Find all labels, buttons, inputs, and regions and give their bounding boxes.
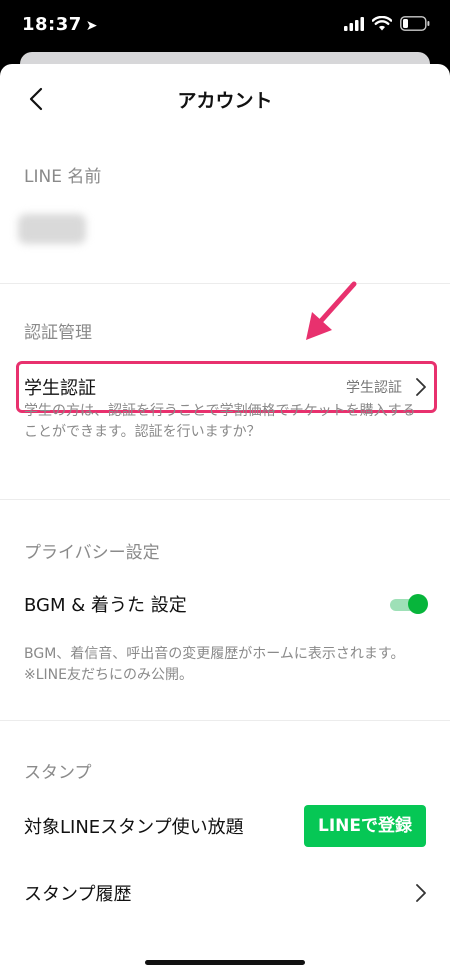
line-register-button[interactable]: LINEで登録 <box>304 805 426 847</box>
section-label-stamp: スタンプ <box>24 763 92 783</box>
bgm-setting-label: BGM & 着うた 設定 <box>24 595 187 616</box>
section-label-line-name: LINE 名前 <box>24 167 102 187</box>
status-time: 18:37 ➤ <box>22 14 98 35</box>
toggle-knob <box>408 594 428 614</box>
stamp-history-label: スタンプ履歴 <box>24 884 132 905</box>
bgm-toggle[interactable] <box>390 594 428 614</box>
battery-icon <box>400 16 430 31</box>
page-title: アカウント <box>177 90 273 112</box>
section-label-auth: 認証管理 <box>24 323 92 343</box>
location-arrow-icon: ➤ <box>85 18 99 34</box>
divider <box>0 283 450 284</box>
status-icons <box>344 16 430 31</box>
student-auth-label: 学生認証 <box>24 378 96 399</box>
status-time-text: 18:37 <box>22 14 82 35</box>
account-sheet: アカウント LINE 名前 認証管理 学生認証 学生認証 学生の方は、認証を行う… <box>0 64 450 975</box>
student-auth-value: 学生認証 <box>346 380 402 396</box>
bgm-setting-row: BGM & 着うた 設定 <box>0 577 450 631</box>
wifi-icon <box>372 16 392 31</box>
status-bar: 18:37 ➤ <box>0 0 450 54</box>
stamp-history-row[interactable]: スタンプ履歴 <box>0 866 450 920</box>
bgm-description: BGM、着信音、呼出音の変更履歴がホームに表示されます。※LINE友だちにのみ公… <box>24 646 405 683</box>
chevron-right-icon <box>416 884 426 902</box>
chevron-right-icon <box>416 378 426 396</box>
divider <box>0 720 450 721</box>
stamp-unlimited-label: 対象LINEスタンプ使い放題 <box>24 817 244 838</box>
divider <box>0 499 450 500</box>
cellular-signal-icon <box>344 16 364 31</box>
stamp-unlimited-row: 対象LINEスタンプ使い放題 LINEで登録 <box>0 799 450 853</box>
pink-arrow-annotation-icon <box>306 281 357 340</box>
line-name-value-blurred <box>18 214 86 244</box>
section-label-privacy: プライバシー設定 <box>24 543 160 563</box>
home-indicator[interactable] <box>145 960 305 965</box>
student-auth-description: 学生の方は、認証を行うことで学割価格でチケットを購入することができます。認証を行… <box>24 403 416 440</box>
header: アカウント <box>0 64 450 134</box>
